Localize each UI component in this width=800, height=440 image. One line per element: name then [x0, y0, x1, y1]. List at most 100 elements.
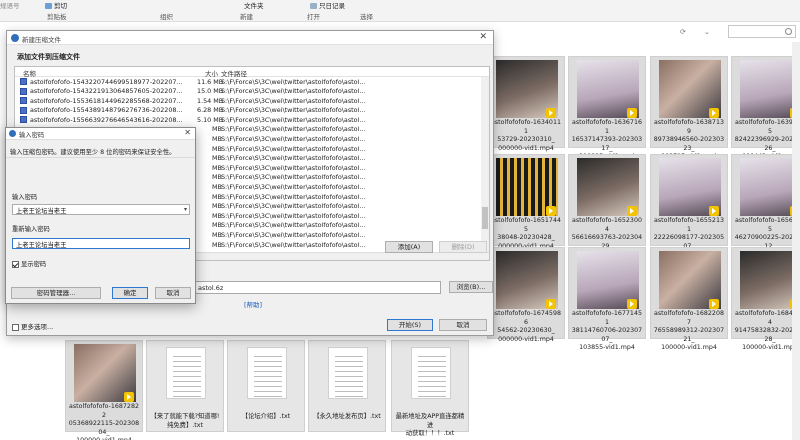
chevron-down-icon[interactable]: ▾ [184, 206, 187, 213]
text-document-icon [411, 347, 451, 399]
row-size: 15.0 MB [197, 87, 224, 96]
video-file-item[interactable]: astolfofofofo-16822087 76558989312-20230… [650, 247, 728, 351]
video-file-item[interactable]: astolfofofofo-16569245 46270900225-20230… [731, 154, 800, 258]
reenter-password-label: 重新输入密码 [12, 226, 50, 233]
table-row[interactable]: astolfofofofo-1554389148796276736-202208… [15, 106, 489, 116]
row-path: S:\F\Force\S\3C\wei\twitter\astolfofofo\… [221, 77, 366, 86]
ribbon-item-folder[interactable]: 文件夹 [244, 0, 264, 10]
file-caption: astolfofofofo-16822087 76558989312-20230… [653, 310, 725, 351]
password-field-value: 上老王论坛当老王 [16, 208, 67, 215]
start-button[interactable]: 开始(S) [387, 319, 433, 331]
scrollbar-thumb[interactable] [482, 207, 488, 229]
ribbon-group-new: 新建 [240, 13, 253, 21]
browse-button[interactable]: 浏览(B)... [449, 281, 493, 293]
password-field[interactable]: 上老王论坛当老王 ▾ [12, 204, 190, 215]
text-document-icon [328, 347, 368, 399]
file-caption: astolfofofofo-16745986 54562-20230630_ 0… [491, 310, 561, 343]
row-path: S:\F\Force\S\3C\wei\twitter\astolfofofo\… [221, 144, 366, 153]
table-row[interactable]: astolfofofofo-1543221913064857605-202207… [15, 87, 489, 97]
video-file-icon [20, 106, 27, 114]
row-path: S:\F\Force\S\3C\wei\twitter\astolfofofo\… [221, 106, 366, 115]
row-path: S:\F\Force\S\3C\wei\twitter\astolfofofo\… [221, 231, 366, 239]
show-password-toggle[interactable]: 显示密码 [12, 259, 46, 268]
file-list-scrollbar[interactable] [481, 77, 489, 254]
password-manager-button[interactable]: 密码管理器... [11, 287, 101, 299]
row-size: 1.54 MB [197, 96, 224, 105]
video-file-item[interactable]: astolfofofofo-16396595 82422396929-20230… [731, 56, 800, 160]
add-button[interactable]: 添加(A) [385, 241, 433, 253]
divider [6, 157, 195, 158]
text-file-item[interactable]: 最新地址及APP直连都精进 动获取！！！.txt [391, 340, 469, 437]
history-icon [310, 3, 317, 9]
video-file-item[interactable]: astolfofofofo-16387139 89738946560-20230… [650, 56, 728, 160]
row-path: S:\F\Force\S\3C\wei\twitter\astolfofofo\… [221, 221, 366, 230]
video-file-icon [20, 78, 27, 85]
reenter-password-field[interactable]: 上老王论坛当老王 [12, 238, 190, 249]
row-path: S:\F\Force\S\3C\wei\twitter\astolfofofo\… [221, 87, 366, 96]
player-badge-icon [709, 299, 719, 309]
ribbon-item-history[interactable]: 只日记录 [310, 0, 345, 10]
file-caption: astolfofofofo-16340111 53729-20230310_ 0… [491, 119, 561, 152]
video-file-icon [20, 116, 27, 124]
cancel-button[interactable]: 取消 [155, 287, 191, 299]
video-file-icon [20, 97, 27, 105]
table-row[interactable]: astolfofofofo-1556639276646543616-202208… [15, 115, 489, 125]
video-file-item[interactable]: astolfofofofo-16771451 38114760706-20230… [568, 247, 646, 351]
ribbon-item-cut-label: 剪切 [54, 2, 67, 10]
compress-dialog-titlebar[interactable]: 新建压缩文件 ✕ [7, 31, 493, 45]
player-badge-icon [627, 206, 637, 216]
help-link[interactable]: [帮助] [244, 299, 262, 309]
row-name: astolfofofofo-1554389148796276736-202208… [30, 106, 183, 115]
table-row[interactable]: astolfofofofo-1543220744699518977-202207… [15, 77, 489, 87]
video-file-item[interactable]: astolfofofofo-16340111 53729-20230310_ 0… [487, 56, 565, 152]
ok-button[interactable]: 确定 [112, 287, 148, 299]
video-file-item[interactable]: astolfofofofo-16872822 05368922115-20230… [65, 340, 143, 440]
search-input[interactable] [728, 25, 796, 38]
show-password-label: 显示密码 [21, 261, 47, 268]
text-file-item[interactable]: 【来了就能下载?知道哪! 纯免费】.txt [146, 340, 224, 432]
video-file-item[interactable]: astolfofofofo-16552131 22226098177-20230… [650, 154, 728, 258]
player-badge-icon [546, 108, 556, 118]
text-file-item[interactable]: 【论坛介绍】.txt [227, 340, 305, 432]
more-options-toggle[interactable]: 更多选项... [12, 321, 53, 331]
row-path: S:\F\Force\S\3C\wei\twitter\astolfofofo\… [221, 125, 366, 134]
video-file-item[interactable]: astolfofofofo-16367161 16537147393-20230… [568, 56, 646, 160]
video-file-item[interactable]: astolfofofofo-16523004 56616693763-20230… [568, 154, 646, 258]
row-path: S:\F\Force\S\3C\wei\twitter\astolfofofo\… [221, 173, 366, 182]
explorer-scrollbar[interactable] [792, 42, 800, 440]
show-password-checkbox[interactable] [12, 260, 19, 268]
row-path: S:\F\Force\S\3C\wei\twitter\astolfofofo\… [221, 183, 366, 192]
archive-path-field[interactable]: astol.6z [193, 281, 441, 294]
more-options-checkbox[interactable] [12, 323, 19, 331]
row-path: S:\F\Force\S\3C\wei\twitter\astolfofofo\… [221, 135, 366, 144]
file-caption: astolfofofofo-16517445 38048-20230428_ 0… [491, 217, 561, 250]
text-document-icon [247, 347, 287, 399]
ribbon-group-organize: 组织 [160, 13, 173, 21]
row-path: S:\F\Force\S\3C\wei\twitter\astolfofofo\… [221, 211, 366, 220]
text-document-icon [166, 347, 206, 399]
delete-button[interactable]: 删除(D) [439, 241, 487, 253]
cancel-button[interactable]: 取消 [439, 319, 487, 331]
search-icon [785, 28, 792, 35]
table-row[interactable]: astolfofofofo-1553618144962285568-202207… [15, 96, 489, 106]
row-size: 6.28 MB [197, 106, 224, 115]
row-size: 11.6 MB [197, 77, 224, 86]
player-badge-icon [627, 108, 637, 118]
compress-dialog-title: 新建压缩文件 [22, 36, 61, 44]
row-size: 5.10 MB [197, 115, 224, 124]
row-path: S:\F\Force\S\3C\wei\twitter\astolfofofo\… [221, 192, 366, 201]
close-icon[interactable]: ✕ [479, 32, 487, 42]
password-dialog: 输入密码 ✕ 输入压缩包密码。建议使用至少 8 位的密码来保证安全性。 输入密码… [5, 127, 196, 304]
ribbon-item-history-label: 只日记录 [319, 2, 345, 10]
video-file-item[interactable]: astolfofofofo-16847454 91475832832-20230… [731, 247, 800, 351]
app-logo-icon [9, 130, 16, 137]
ribbon-item-cut[interactable]: 剪切 [45, 0, 67, 10]
file-caption: 【论坛介绍】.txt [241, 413, 291, 420]
file-caption: 最新地址及APP直连都精进 动获取！！！.txt [395, 413, 465, 437]
text-file-item[interactable]: 【永久地址发布页】.txt [308, 340, 386, 432]
video-file-item[interactable]: astolfofofofo-16745986 54562-20230630_ 0… [487, 247, 565, 343]
video-file-item[interactable]: astolfofofofo-16517445 38048-20230428_ 0… [487, 154, 565, 250]
password-dialog-titlebar[interactable]: 输入密码 ✕ [6, 128, 195, 140]
password-hint: 输入压缩包密码。建议使用至少 8 位的密码来保证安全性。 [10, 149, 176, 156]
close-icon[interactable]: ✕ [184, 128, 191, 137]
